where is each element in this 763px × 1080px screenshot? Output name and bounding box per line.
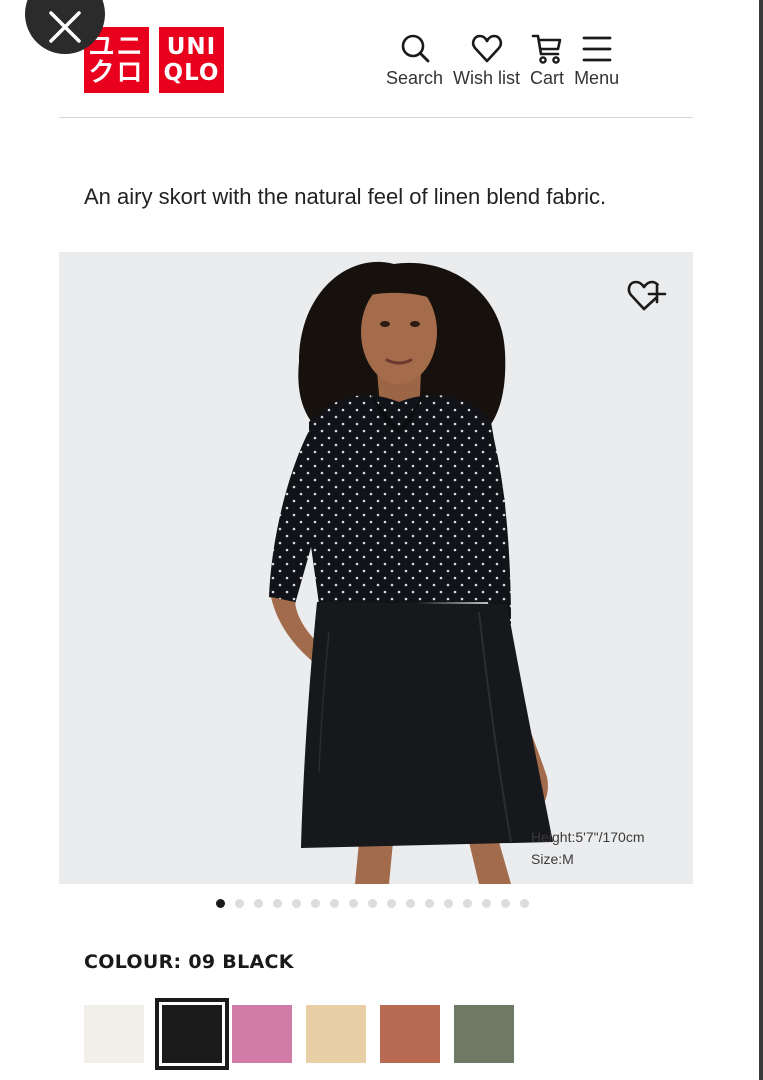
window-edge	[759, 0, 763, 1080]
header-divider	[59, 117, 693, 118]
gallery-dot[interactable]	[501, 899, 510, 908]
colour-swatch-chip	[306, 1005, 366, 1063]
gallery-pagination	[216, 899, 529, 908]
gallery-dot[interactable]	[444, 899, 453, 908]
gallery-dot[interactable]	[235, 899, 244, 908]
nav-search-label: Search	[386, 68, 444, 88]
logo-latin-line1: UNI	[166, 34, 217, 60]
colour-swatch-chip	[84, 1005, 144, 1063]
nav-menu[interactable]: Menu	[574, 32, 619, 89]
gallery-dot[interactable]	[387, 899, 396, 908]
uniqlo-logo[interactable]: ユニ クロ UNI QLO	[84, 27, 224, 93]
gallery-dot[interactable]	[216, 899, 225, 908]
colour-swatch[interactable]	[232, 997, 306, 1065]
gallery-dot[interactable]	[463, 899, 472, 908]
colour-swatch[interactable]	[454, 997, 528, 1065]
gallery-dot[interactable]	[482, 899, 491, 908]
heart-icon	[471, 34, 502, 63]
model-size: Size:M	[531, 851, 574, 867]
nav-wishlist[interactable]: Wish list	[453, 32, 520, 89]
model-illustration	[269, 261, 553, 884]
search-icon	[401, 34, 429, 63]
product-description: An airy skort with the natural feel of l…	[84, 184, 607, 209]
colour-swatch[interactable]	[155, 997, 232, 1070]
cart-icon	[531, 34, 562, 64]
gallery-dot[interactable]	[368, 899, 377, 908]
nav-wishlist-label: Wish list	[453, 68, 521, 88]
nav-cart[interactable]: Cart	[530, 32, 564, 89]
close-icon	[49, 11, 81, 43]
colour-swatch-chip	[454, 1005, 514, 1063]
menu-icon	[582, 36, 611, 62]
model-info: Height:5'7"/170cm Size:M	[531, 826, 644, 870]
colour-swatch[interactable]	[380, 997, 454, 1065]
add-to-wishlist-icon[interactable]	[625, 276, 667, 314]
gallery-dot[interactable]	[311, 899, 320, 908]
product-image[interactable]: Height:5'7"/170cm Size:M	[59, 252, 693, 884]
colour-label: COLOUR: 09 BLACK	[84, 951, 294, 973]
nav-search[interactable]: Search	[386, 32, 443, 89]
model-height: Height:5'7"/170cm	[531, 829, 645, 845]
gallery-dot[interactable]	[425, 899, 434, 908]
colour-swatch-chip	[380, 1005, 440, 1063]
colour-swatches	[84, 997, 528, 1070]
header-nav: Search Wish list Cart Menu	[386, 32, 629, 89]
colour-swatch-chip	[155, 998, 229, 1070]
gallery-dot[interactable]	[520, 899, 529, 908]
gallery-dot[interactable]	[254, 899, 263, 908]
nav-cart-label: Cart	[530, 68, 565, 88]
colour-swatch-chip	[232, 1005, 292, 1063]
gallery-dot[interactable]	[330, 899, 339, 908]
gallery-dot[interactable]	[292, 899, 301, 908]
logo-latin-line2: QLO	[163, 60, 220, 86]
logo-katakana-line2: クロ	[88, 58, 145, 88]
colour-swatch[interactable]	[306, 997, 380, 1065]
colour-swatch[interactable]	[84, 997, 158, 1065]
logo-latin: UNI QLO	[159, 27, 224, 93]
gallery-dot[interactable]	[406, 899, 415, 908]
gallery-dot[interactable]	[349, 899, 358, 908]
nav-menu-label: Menu	[574, 68, 620, 88]
gallery-dot[interactable]	[273, 899, 282, 908]
